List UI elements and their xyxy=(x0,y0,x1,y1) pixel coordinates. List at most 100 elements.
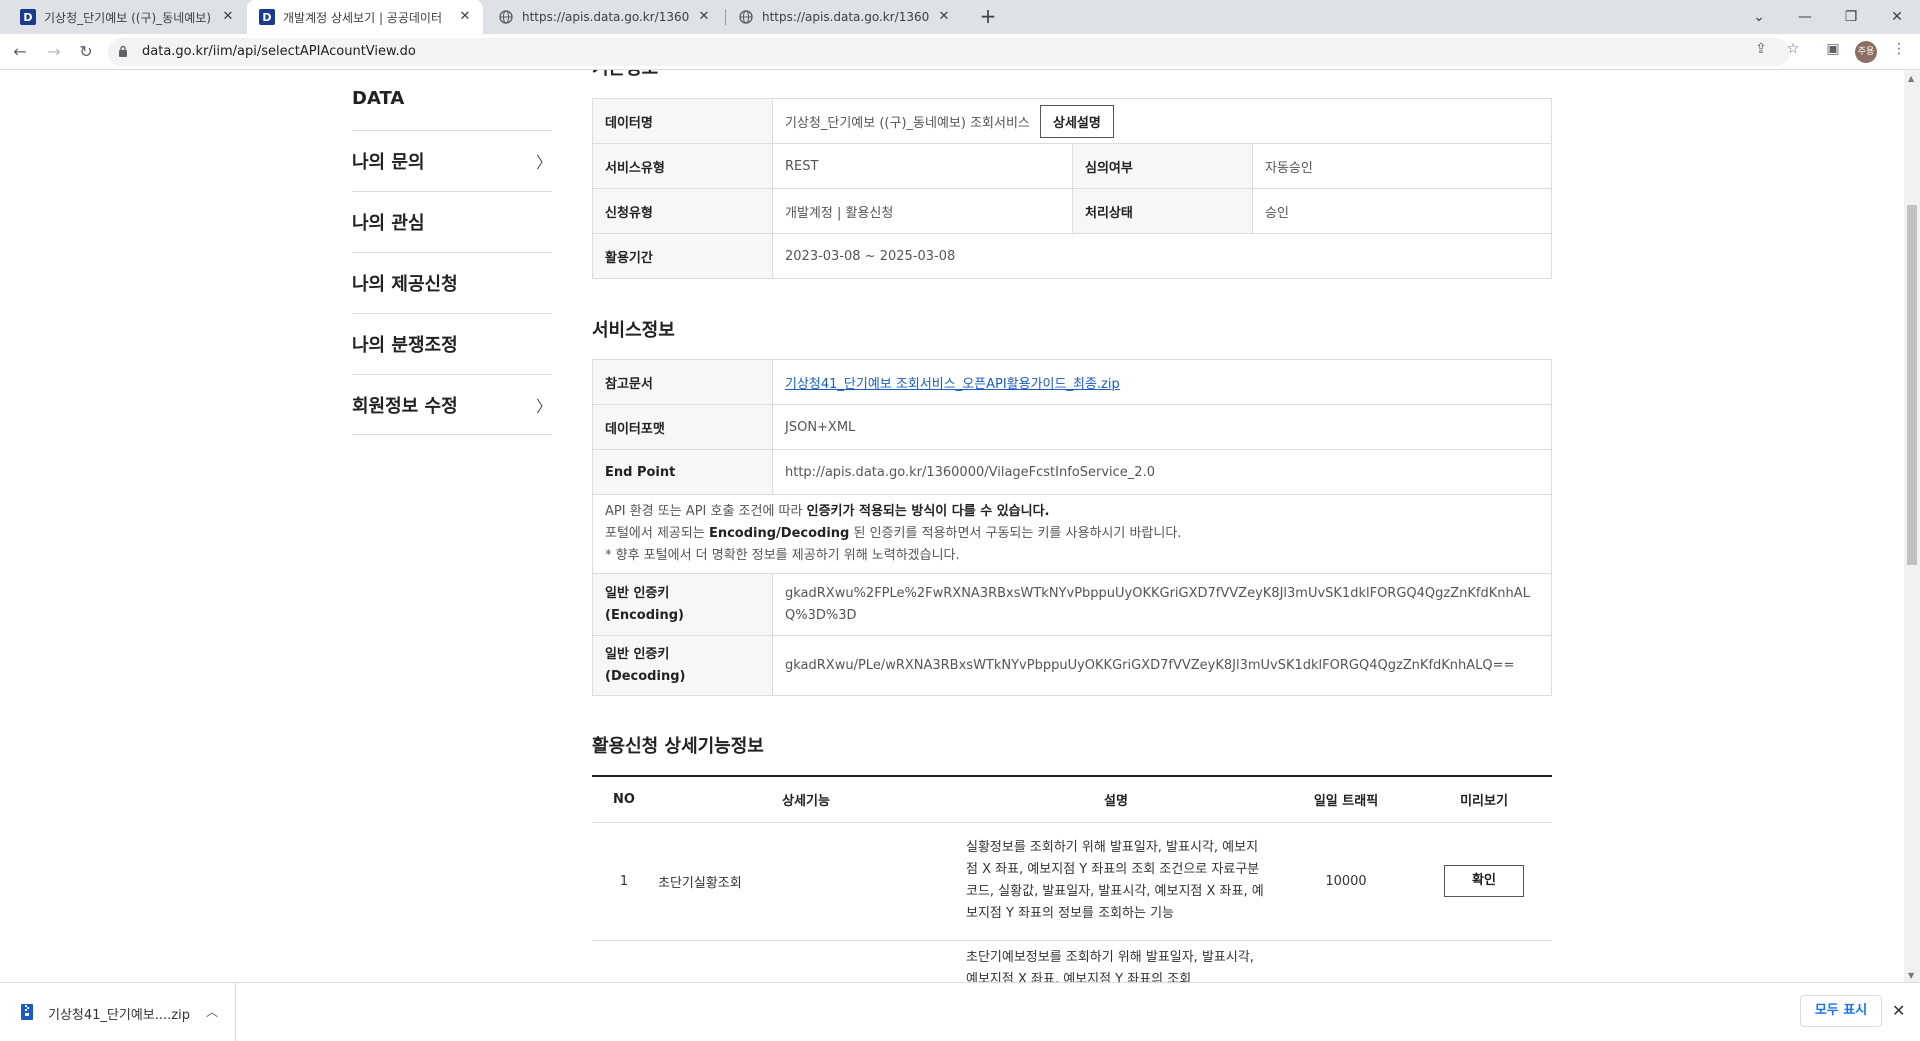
download-file-name: 기상청41_단기예보....zip xyxy=(48,1008,190,1023)
close-tab-icon[interactable]: ✕ xyxy=(696,9,712,25)
address-bar[interactable]: data.go.kr/iim/api/selectAPIAcountView.d… xyxy=(108,38,1790,66)
bookmark-star-icon[interactable]: ☆ xyxy=(1784,40,1802,58)
minimize-icon[interactable]: — xyxy=(1782,0,1828,34)
sidebar-item-label: 나의 분쟁조정 xyxy=(352,335,458,356)
encoding-key-label: 일반 인증키 (Encoding) xyxy=(592,573,773,636)
share-icon[interactable]: ⇪ xyxy=(1752,40,1770,58)
chevron-up-icon[interactable]: ︿ xyxy=(206,1003,218,1020)
row-description: 초단기예보정보를 조회하기 위해 발표일자, 발표시각, 예보지점 X 좌표, … xyxy=(956,940,1276,982)
col-header-no: NO xyxy=(592,776,656,823)
col-header-desc: 설명 xyxy=(956,776,1276,823)
tab-title: 기상청_단기예보 ((구)_동네예보) xyxy=(44,10,212,25)
sidebar-item-my-provision[interactable]: 나의 제공신청 xyxy=(352,252,552,313)
service-info-table: 참고문서 기상청41_단기예보 조회서비스_오픈API활용가이드_최종.zip … xyxy=(592,359,1552,495)
col-header-feature: 상세기능 xyxy=(656,776,956,823)
sidebar-menu: 나의 문의 〉 나의 관심 나의 제공신청 나의 분쟁조정 회원정보 수정 〉 xyxy=(352,130,552,435)
browser-tab-1[interactable]: D 기상청_단기예보 ((구)_동네예보) ✕ xyxy=(8,0,246,34)
notice-line2-tail: 된 인증키를 적용하면서 구동되는 키를 사용하시기 바랍니다. xyxy=(849,526,1182,541)
download-item[interactable]: 기상청41_단기예보....zip ︿ xyxy=(0,983,236,1041)
reload-icon[interactable]: ↻ xyxy=(74,40,98,64)
sidebar-item-edit-member[interactable]: 회원정보 수정 〉 xyxy=(352,374,552,435)
sidebar-item-label: 나의 제공신청 xyxy=(352,274,458,295)
new-tab-button[interactable]: + xyxy=(976,5,1000,29)
close-tab-icon[interactable]: ✕ xyxy=(936,9,952,25)
notice-line2-bold: Encoding/Decoding xyxy=(708,526,850,541)
auth-key-table: 일반 인증키 (Encoding) gkadRXwu%2FPLe%2FwRXNA… xyxy=(592,573,1552,696)
period-value: 2023-03-08 ~ 2025-03-08 xyxy=(772,233,1552,279)
ref-doc-link[interactable]: 기상청41_단기예보 조회서비스_오픈API활용가이드_최종.zip xyxy=(785,377,1120,392)
service-type-value: REST xyxy=(772,143,1073,189)
back-arrow-icon[interactable]: ← xyxy=(8,40,32,64)
browser-toolbar: ← → ↻ data.go.kr/iim/api/selectAPIAcount… xyxy=(0,34,1920,70)
restore-icon[interactable]: ❐ xyxy=(1828,0,1874,34)
page-content: DATA 나의 문의 〉 나의 관심 나의 제공신청 나의 분쟁조정 회원정보 … xyxy=(0,70,1904,982)
data-go-kr-favicon-icon: D xyxy=(20,9,36,25)
decoding-key-value[interactable]: gkadRXwu/PLe/wRXNA3RBxsWTkNYvPbppuUyOKKG… xyxy=(772,635,1552,696)
tab-strip: D 기상청_단기예보 ((구)_동네예보) ✕ D 개발계정 상세보기 | 공공… xyxy=(0,0,1920,34)
side-panel-icon[interactable]: ▣ xyxy=(1824,40,1842,58)
scroll-up-arrow-icon[interactable]: ▲ xyxy=(1908,74,1914,83)
data-name-label: 데이터명 xyxy=(592,98,773,144)
sidebar-item-label: 나의 관심 xyxy=(352,213,425,234)
show-all-downloads-button[interactable]: 모두 표시 xyxy=(1800,995,1882,1027)
apply-type-label: 신청유형 xyxy=(592,188,773,234)
sidebar-item-label: 회원정보 수정 xyxy=(352,395,458,417)
basic-info-title: 기본정보 xyxy=(592,70,658,80)
browser-tab-3[interactable]: https://apis.data.go.kr/1360000/ ✕ xyxy=(486,0,722,34)
format-value: JSON+XML xyxy=(772,404,1552,450)
detail-description-button[interactable]: 상세설명 xyxy=(1040,104,1114,138)
functions-title: 활용신청 상세기능정보 xyxy=(592,736,764,757)
browser-tab-4[interactable]: https://apis.data.go.kr/1360000/ ✕ xyxy=(726,0,962,34)
row-no: 1 xyxy=(592,822,656,941)
col-header-traffic: 일일 트래픽 xyxy=(1276,776,1416,823)
chevron-right-icon: 〉 xyxy=(535,153,552,172)
row-traffic: 10000 xyxy=(1276,822,1416,941)
scroll-down-arrow-icon[interactable]: ▼ xyxy=(1908,971,1914,980)
sidebar-title: DATA xyxy=(352,88,405,109)
service-type-label: 서비스유형 xyxy=(592,143,773,189)
period-label: 활용기간 xyxy=(592,233,773,279)
data-go-kr-favicon-icon: D xyxy=(259,9,275,25)
sidebar-item-my-interest[interactable]: 나의 관심 xyxy=(352,191,552,252)
profile-avatar[interactable]: 주용 xyxy=(1855,41,1877,63)
decoding-key-label: 일반 인증키 (Decoding) xyxy=(592,635,773,696)
tab-title: https://apis.data.go.kr/1360000/ xyxy=(522,10,690,24)
decoding-key-label-line1: 일반 인증키 xyxy=(605,646,670,662)
close-download-bar-icon[interactable]: ✕ xyxy=(1892,1001,1905,1020)
tab-search-icon[interactable]: ⌄ xyxy=(1736,0,1782,34)
table-row: 초단기예보정보를 조회하기 위해 발표일자, 발표시각, 예보지점 X 좌표, … xyxy=(592,940,1552,982)
forward-arrow-icon[interactable]: → xyxy=(42,40,66,64)
notice-line1-bold: 인증키가 적용되는 방식이 다를 수 있습니다. xyxy=(806,504,1050,519)
tab-title: https://apis.data.go.kr/1360000/ xyxy=(762,10,930,24)
encoding-key-value[interactable]: gkadRXwu%2FPLe%2FwRXNA3RBxsWTkNYvPbppuUy… xyxy=(772,573,1552,636)
sidebar-item-my-inquiry[interactable]: 나의 문의 〉 xyxy=(352,130,552,191)
close-tab-icon[interactable]: ✕ xyxy=(220,9,236,25)
lock-icon xyxy=(119,45,127,57)
notice-line1-text: API 환경 또는 API 호출 조건에 따라 xyxy=(605,504,807,519)
table-row: 1 초단기실황조회 실황정보를 조회하기 위해 발표일자, 발표시각, 예보지점… xyxy=(592,822,1552,941)
encoding-key-label-line1: 일반 인증키 xyxy=(605,585,670,601)
notice-line2-text: 포털에서 제공되는 xyxy=(605,526,709,541)
browser-tab-2-active[interactable]: D 개발계정 상세보기 | 공공데이터 ✕ xyxy=(247,0,483,34)
data-name-value: 기상청_단기예보 ((구)_동네예보) 조회서비스 xyxy=(785,115,1030,131)
status-label: 처리상태 xyxy=(1072,188,1253,234)
globe-icon xyxy=(498,9,514,25)
scrollbar-thumb[interactable] xyxy=(1907,205,1917,565)
row-no xyxy=(592,940,656,982)
preview-confirm-button[interactable]: 확인 xyxy=(1444,865,1524,897)
sidebar-item-label: 나의 문의 xyxy=(352,152,425,173)
notice-line3-text: * 향후 포털에서 더 명확한 정보를 제공하기 위해 노력하겠습니다. xyxy=(605,548,960,563)
row-description: 실황정보를 조회하기 위해 발표일자, 발표시각, 예보지점 X 좌표, 예보지… xyxy=(956,822,1276,941)
globe-icon xyxy=(738,9,754,25)
window-close-icon[interactable]: ✕ xyxy=(1874,0,1920,34)
tab-title: 개발계정 상세보기 | 공공데이터 xyxy=(283,10,443,25)
review-label: 심의여부 xyxy=(1072,143,1253,189)
encoding-key-label-line2: (Encoding) xyxy=(605,607,684,623)
page-scrollbar[interactable]: ▲ ▼ xyxy=(1904,70,1920,982)
close-tab-icon[interactable]: ✕ xyxy=(457,9,473,25)
col-header-preview: 미리보기 xyxy=(1416,776,1552,823)
format-label: 데이터포맷 xyxy=(592,404,773,450)
zip-file-icon xyxy=(21,1004,33,1020)
sidebar-item-my-dispute[interactable]: 나의 분쟁조정 xyxy=(352,313,552,374)
more-menu-icon[interactable]: ⋮ xyxy=(1890,40,1908,58)
